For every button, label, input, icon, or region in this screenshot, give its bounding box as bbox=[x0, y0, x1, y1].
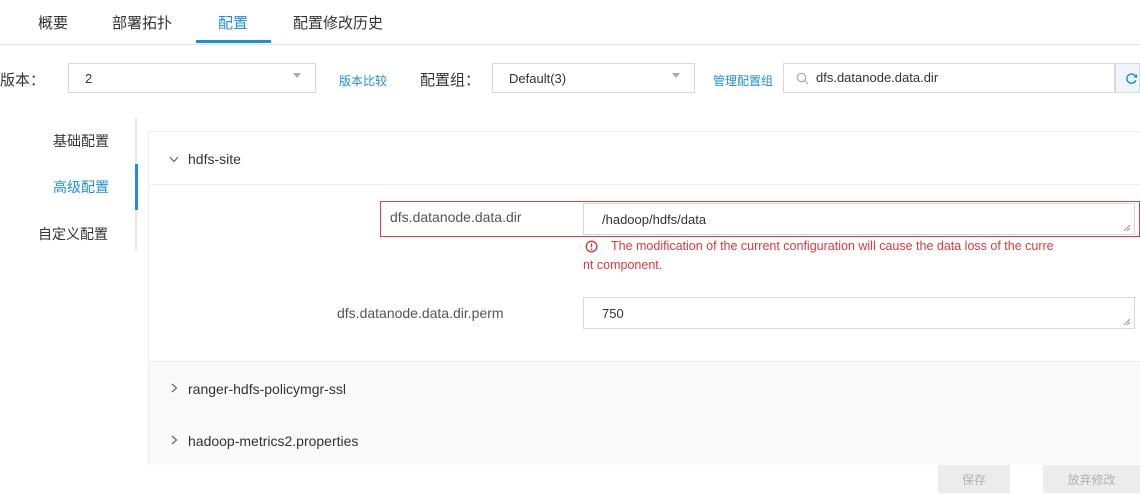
refresh-icon bbox=[1126, 73, 1138, 84]
tab-overview[interactable]: 概要 bbox=[38, 12, 68, 33]
config-group-select[interactable]: Default(3) bbox=[492, 63, 695, 93]
nav-item-custom-config[interactable]: 自定义配置 bbox=[38, 224, 108, 244]
tab-configuration[interactable]: 配置 bbox=[218, 12, 248, 33]
nav-item-advanced-config[interactable]: 高级配置 bbox=[53, 177, 109, 197]
search-icon bbox=[796, 72, 809, 85]
version-select[interactable]: 2 bbox=[68, 63, 316, 93]
config-group-label: 配置组： bbox=[420, 72, 481, 89]
tab-config-history[interactable]: 配置修改历史 bbox=[293, 12, 383, 33]
field-label-data-dir: dfs.datanode.data.dir bbox=[390, 209, 522, 225]
section-name: hdfs-site bbox=[188, 151, 241, 167]
version-value: 2 bbox=[85, 71, 93, 86]
field-label-data-dir-perm: dfs.datanode.data.dir.perm bbox=[337, 305, 504, 321]
section-header-ranger-hdfs-policymgr-ssl[interactable]: ranger-hdfs-policymgr-ssl bbox=[149, 361, 1140, 415]
search-value: dfs.datanode.data.dir bbox=[816, 70, 939, 85]
nav-item-basic-config[interactable]: 基础配置 bbox=[53, 131, 109, 151]
field-value-data-dir: /hadoop/hdfs/data bbox=[602, 212, 707, 227]
chevron-down-icon bbox=[293, 73, 301, 78]
section-name: ranger-hdfs-policymgr-ssl bbox=[188, 381, 346, 397]
version-label: 版本： bbox=[0, 72, 46, 89]
config-group-value: Default(3) bbox=[509, 71, 567, 86]
field-value-data-dir-perm: 750 bbox=[602, 306, 624, 321]
search-input[interactable]: dfs.datanode.data.dir bbox=[783, 63, 1115, 93]
active-tab-indicator bbox=[196, 40, 271, 43]
config-panel: hdfs-site dfs.datanode.data.dir /hadoop/… bbox=[148, 131, 1140, 467]
field-input-data-dir-perm[interactable]: 750 bbox=[583, 297, 1135, 329]
error-icon bbox=[585, 240, 598, 253]
nav-active-indicator bbox=[135, 164, 138, 210]
section-name: hadoop-metrics2.properties bbox=[188, 433, 359, 449]
chevron-down-icon bbox=[672, 73, 680, 78]
version-compare-link[interactable]: 版本比较 bbox=[339, 72, 387, 89]
manage-config-group-link[interactable]: 管理配置组 bbox=[713, 72, 773, 89]
chevron-right-icon bbox=[171, 435, 178, 445]
discard-changes-button[interactable]: 放弃修改 bbox=[1043, 465, 1140, 493]
error-message-line-1: The modification of the current configur… bbox=[611, 239, 1054, 253]
field-input-data-dir[interactable]: /hadoop/hdfs/data bbox=[583, 203, 1135, 235]
resize-grip-icon bbox=[1124, 319, 1130, 325]
error-message-line-2: nt component. bbox=[583, 258, 663, 272]
save-button[interactable]: 保存 bbox=[938, 465, 1010, 493]
tab-deployment-topology[interactable]: 部署拓扑 bbox=[112, 12, 172, 33]
refresh-button[interactable] bbox=[1115, 63, 1140, 93]
section-header-hdfs-site[interactable]: hdfs-site bbox=[149, 132, 1140, 185]
chevron-down-icon bbox=[169, 156, 179, 163]
top-tab-bar: 概要 部署拓扑 配置 配置修改历史 bbox=[0, 0, 1140, 45]
section-header-hadoop-metrics2[interactable]: hadoop-metrics2.properties bbox=[149, 414, 1140, 466]
resize-grip-icon bbox=[1124, 225, 1130, 231]
chevron-right-icon bbox=[171, 383, 178, 393]
